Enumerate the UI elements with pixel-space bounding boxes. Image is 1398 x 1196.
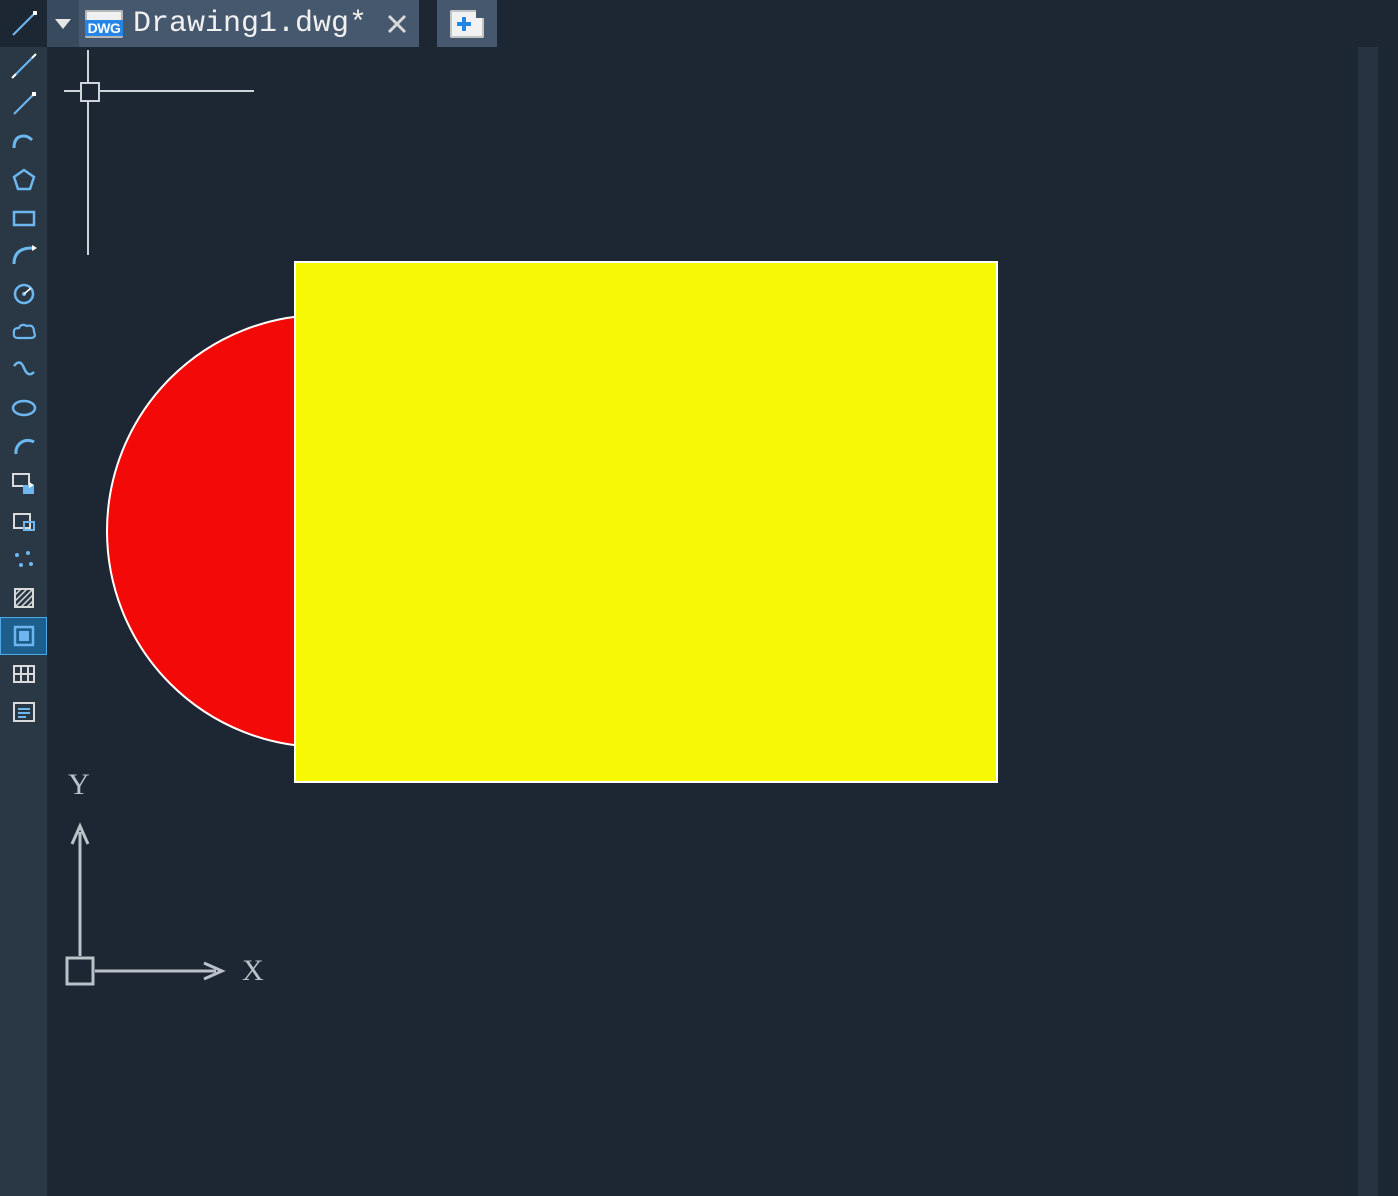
polyline-tool[interactable] bbox=[0, 123, 47, 161]
hatch-tool[interactable] bbox=[0, 579, 47, 617]
dwg-badge-label: DWG bbox=[85, 20, 124, 36]
ray-icon bbox=[10, 90, 38, 118]
active-document-tab[interactable]: DWG Drawing1.dwg* bbox=[79, 0, 375, 47]
ray-tool[interactable] bbox=[0, 85, 47, 123]
construction-line-tool[interactable] bbox=[0, 47, 47, 85]
arc-tool[interactable] bbox=[0, 427, 47, 465]
arc-arrow-tool[interactable] bbox=[0, 237, 47, 275]
close-tab-button[interactable] bbox=[375, 0, 419, 47]
arc-arrow-icon bbox=[10, 242, 38, 270]
cloud-icon bbox=[10, 318, 38, 346]
drawing-canvas[interactable]: Y X bbox=[47, 47, 1378, 1196]
circle-center-icon bbox=[10, 280, 38, 308]
circle-center-tool[interactable] bbox=[0, 275, 47, 313]
table-icon bbox=[10, 660, 38, 688]
ucs-x-label: X bbox=[242, 954, 264, 988]
spline-tool[interactable] bbox=[0, 351, 47, 389]
hatch-icon bbox=[10, 584, 38, 612]
insert-block-tool[interactable] bbox=[0, 465, 47, 503]
new-document-tab[interactable] bbox=[437, 0, 497, 47]
polygon-icon bbox=[10, 166, 38, 194]
rectangle-icon bbox=[10, 204, 38, 232]
polyline-icon bbox=[10, 128, 38, 156]
cursor-pickbox bbox=[80, 82, 100, 102]
close-icon bbox=[385, 12, 409, 36]
cursor-crosshair-v bbox=[87, 50, 89, 255]
text-icon bbox=[10, 698, 38, 726]
arc-icon bbox=[10, 432, 38, 460]
point-icon bbox=[10, 546, 38, 574]
spline-icon bbox=[10, 356, 38, 384]
make-block-tool[interactable] bbox=[0, 503, 47, 541]
dwg-file-icon: DWG bbox=[85, 10, 123, 38]
region-tool[interactable] bbox=[0, 617, 47, 655]
tab-list-dropdown[interactable] bbox=[47, 0, 79, 47]
region-icon bbox=[10, 622, 38, 650]
rectangle-tool[interactable] bbox=[0, 199, 47, 237]
point-tool[interactable] bbox=[0, 541, 47, 579]
document-title: Drawing1.dwg* bbox=[133, 7, 367, 41]
insert-block-icon bbox=[10, 470, 38, 498]
text-tool[interactable] bbox=[0, 693, 47, 731]
drawn-rectangle[interactable] bbox=[294, 261, 998, 783]
new-file-icon bbox=[450, 10, 484, 38]
draw-toolbar bbox=[0, 47, 47, 1196]
ellipse-icon bbox=[10, 394, 38, 422]
line-tool-corner[interactable] bbox=[0, 0, 47, 47]
revision-cloud-tool[interactable] bbox=[0, 313, 47, 351]
polygon-tool[interactable] bbox=[0, 161, 47, 199]
document-tab-bar: DWG Drawing1.dwg* bbox=[0, 0, 1398, 47]
ucs-icon: Y X bbox=[64, 770, 324, 1000]
make-block-icon bbox=[10, 508, 38, 536]
vertical-scrollbar[interactable] bbox=[1358, 47, 1378, 1196]
ellipse-tool[interactable] bbox=[0, 389, 47, 427]
chevron-down-icon bbox=[53, 17, 73, 31]
table-tool[interactable] bbox=[0, 655, 47, 693]
xline-icon bbox=[10, 52, 38, 80]
